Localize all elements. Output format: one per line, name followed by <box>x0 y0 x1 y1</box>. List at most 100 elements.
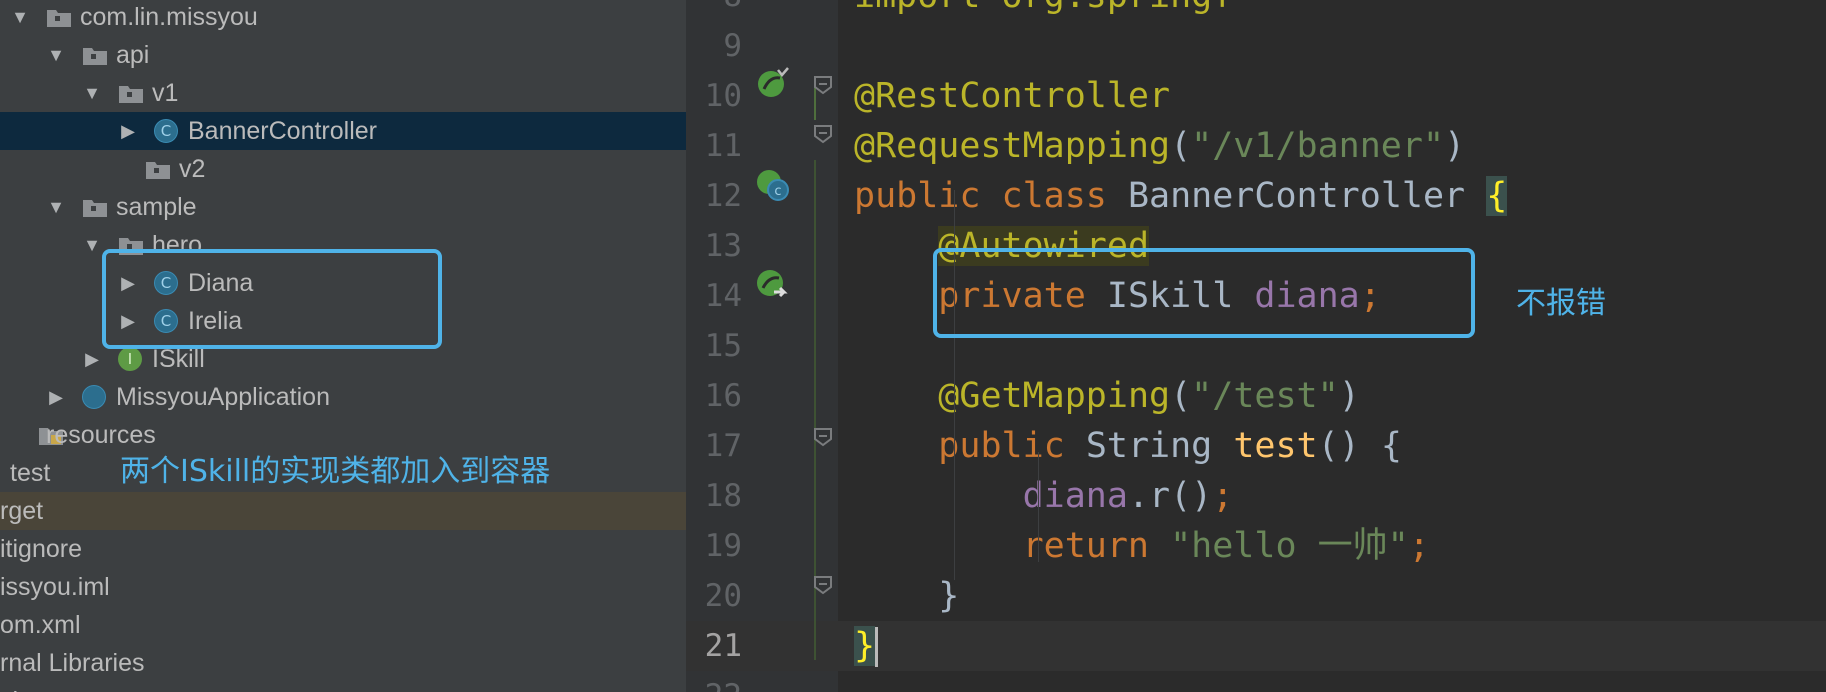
line-number: 15 <box>704 328 742 364</box>
code-text: return "hello 一帅"; <box>854 521 1430 571</box>
code-text: public class BannerController { <box>854 171 1508 221</box>
tree-item-v1[interactable]: ▼ v1 <box>0 74 686 112</box>
code-line[interactable]: 20 } <box>686 571 1826 621</box>
code-line[interactable]: 12 public class BannerController { <box>686 171 1826 221</box>
fold-end-icon[interactable] <box>812 573 834 595</box>
code-token: String <box>1085 426 1234 466</box>
spring-bean-icon[interactable] <box>756 66 790 100</box>
tree-item-sample[interactable]: ▼ sample <box>0 188 686 226</box>
tree-item-ch[interactable]: ch <box>0 682 686 692</box>
tree-item-missyouapplication[interactable]: ▶ MissyouApplication <box>0 378 686 416</box>
tree-item-label: MissyouApplication <box>116 383 330 411</box>
code-token: public <box>938 426 1086 466</box>
code-line[interactable]: 17 public String test() { <box>686 421 1826 471</box>
code-line[interactable]: 10 @RestController <box>686 71 1826 121</box>
code-line[interactable]: 22 <box>686 671 1826 692</box>
tree-item-itignore[interactable]: itignore <box>0 530 686 568</box>
code-token: ( <box>1170 376 1192 416</box>
tree-item-label: test <box>10 459 51 487</box>
autowired-navigate-icon[interactable] <box>756 268 790 302</box>
tree-item-om-xml[interactable]: om.xml <box>0 606 686 644</box>
code-token: test <box>1233 426 1318 466</box>
code-line[interactable]: 21} <box>686 621 1826 671</box>
hero-classes-highlight-box <box>102 249 442 349</box>
tree-item-rget[interactable]: rget <box>0 492 686 530</box>
code-token: "/v1/banner" <box>1191 126 1445 166</box>
tree-item-label: itignore <box>0 535 82 563</box>
code-text: @RequestMapping("/v1/banner") <box>854 121 1465 171</box>
tree-item-api[interactable]: ▼ api <box>0 36 686 74</box>
code-line[interactable]: 8 import org.springf <box>686 0 1826 21</box>
code-token: ; <box>1212 476 1234 516</box>
code-text: public String test() { <box>854 421 1402 471</box>
code-token: class <box>1001 176 1128 216</box>
code-line[interactable]: 11 @RequestMapping("/v1/banner") <box>686 121 1826 171</box>
code-token: "/test" <box>1191 376 1339 416</box>
tree-item-rnal-libraries[interactable]: rnal Libraries <box>0 644 686 682</box>
collapsed-arrow-icon[interactable]: ▶ <box>44 378 68 416</box>
code-token: BannerController <box>1127 176 1487 216</box>
code-editor[interactable]: 8 import org.springf 9 10 @RestController 11 @… <box>686 0 1826 692</box>
tree-item-bannercontroller[interactable]: ▶ C BannerController <box>0 112 686 150</box>
line-number: 17 <box>704 428 742 464</box>
code-token: import org.springf <box>854 0 1233 16</box>
expanded-arrow-icon[interactable]: ▼ <box>44 188 68 226</box>
code-token: ; <box>1408 526 1430 566</box>
collapsed-arrow-icon[interactable]: ▶ <box>80 340 104 378</box>
tree-item-label: sample <box>116 193 197 221</box>
code-line[interactable]: 19 return "hello 一帅"; <box>686 521 1826 571</box>
expanded-arrow-icon[interactable]: ▼ <box>80 226 104 264</box>
tree-item-v2[interactable]: v2 <box>0 150 686 188</box>
code-token: () { <box>1317 426 1402 466</box>
expanded-arrow-icon[interactable]: ▼ <box>8 0 32 36</box>
code-text: } <box>854 571 959 621</box>
code-token: } <box>854 576 960 616</box>
code-token: return <box>1022 526 1171 566</box>
code-token: ( <box>1170 126 1192 166</box>
package-folder-icon <box>118 81 143 105</box>
code-line[interactable]: 16 @GetMapping("/test") <box>686 371 1826 421</box>
tree-item-label: v1 <box>152 79 179 107</box>
expanded-arrow-icon[interactable]: ▼ <box>44 36 68 74</box>
fold-start-icon[interactable] <box>812 73 834 95</box>
tree-item-label: issyou.iml <box>0 573 110 601</box>
code-text: import org.springf <box>854 0 1233 21</box>
line-number: 13 <box>704 228 742 264</box>
line-number: 21 <box>704 628 742 664</box>
line-number: 10 <box>704 78 742 114</box>
code-text: diana.r(); <box>854 471 1234 521</box>
tree-item-label: com.lin.missyou <box>80 3 258 31</box>
tree-item-issyou-iml[interactable]: issyou.iml <box>0 568 686 606</box>
fold-end-icon[interactable] <box>812 122 834 144</box>
collapsed-arrow-icon[interactable]: ▶ <box>116 112 140 150</box>
tree-item-label: rget <box>0 497 44 525</box>
spring-class-icon[interactable]: c <box>756 168 790 202</box>
code-token: ) <box>1444 126 1466 166</box>
spring-app-icon <box>82 385 106 409</box>
expanded-arrow-icon[interactable]: ▼ <box>80 74 104 112</box>
line-number: 20 <box>704 578 742 614</box>
line-number: 18 <box>704 478 742 514</box>
code-token: @RequestMapping <box>854 126 1171 166</box>
line-number: 9 <box>723 28 742 64</box>
code-line[interactable]: 18 diana.r(); <box>686 471 1826 521</box>
code-token: { <box>1486 176 1508 216</box>
package-folder-icon <box>82 195 107 219</box>
line-number: 19 <box>704 528 742 564</box>
code-token: } <box>854 626 876 666</box>
tree-item-com-lin-missyou[interactable]: ▼ com.lin.missyou <box>0 0 686 36</box>
class-icon: C <box>154 119 178 143</box>
svg-text:c: c <box>774 184 781 199</box>
code-line[interactable]: 9 <box>686 21 1826 71</box>
line-number: 11 <box>704 128 742 164</box>
fold-start-icon[interactable] <box>812 425 834 447</box>
tree-item-label: v2 <box>179 155 206 183</box>
interface-icon: I <box>118 347 142 371</box>
left-annotation-note: 两个ISkill的实现类都加入到容器 <box>120 454 551 489</box>
tree-item-label: api <box>116 41 150 69</box>
tree-item-label: om.xml <box>0 611 81 639</box>
